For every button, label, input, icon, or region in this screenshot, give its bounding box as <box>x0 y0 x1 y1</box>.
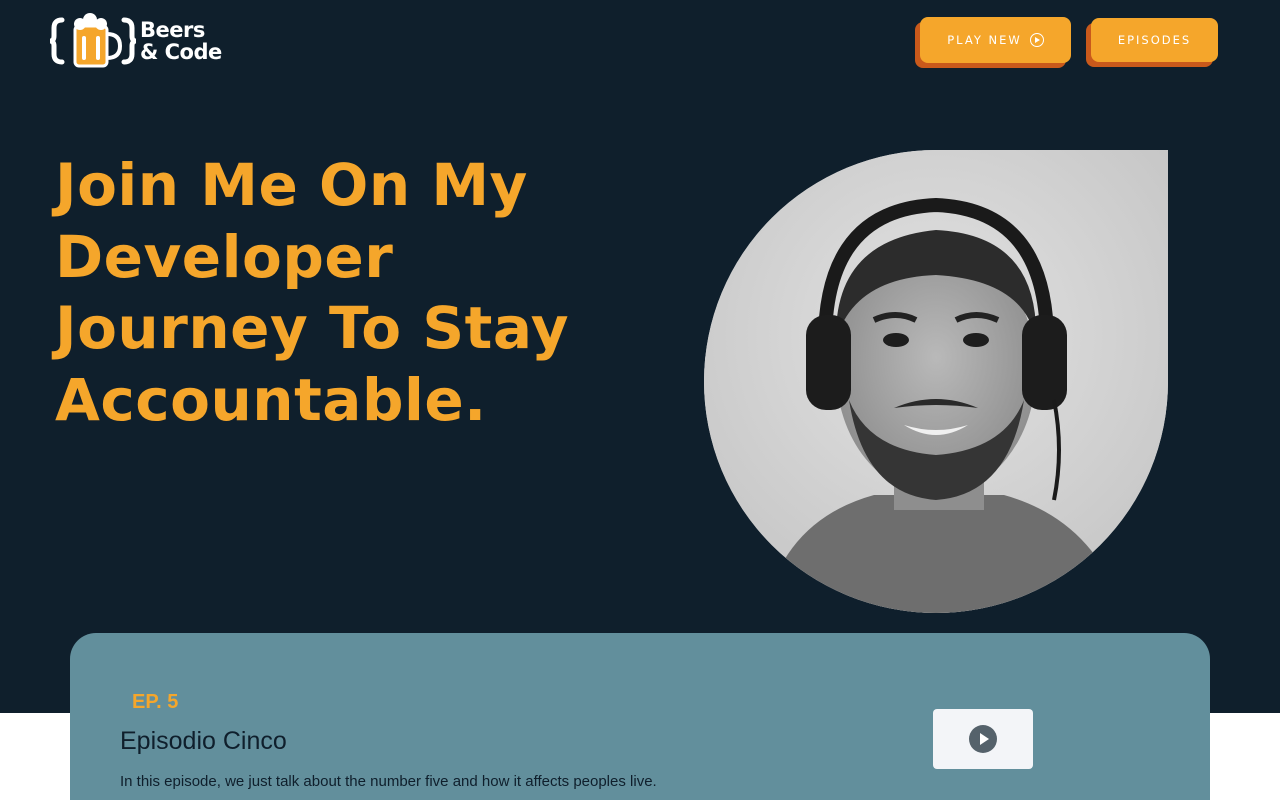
site-logo[interactable]: Beers & Code <box>49 12 240 70</box>
headline-line: Journey To Stay <box>55 294 570 362</box>
episodes-label: EPISODES <box>1117 33 1192 47</box>
logo-line-2: & Code <box>140 40 222 64</box>
audio-player[interactable] <box>933 709 1033 769</box>
headline-line: Developer <box>55 222 394 291</box>
portrait-illustration <box>704 150 1168 613</box>
hero-headline: Join Me On My Developer Journey To Stay … <box>55 150 655 436</box>
headline-line: Join Me On My <box>55 151 528 219</box>
headline-line: Accountable. <box>55 365 487 434</box>
play-circle-icon <box>1029 33 1044 47</box>
episode-title[interactable]: Episodio Cinco <box>120 727 287 756</box>
play-new-button[interactable]: PLAY NEW <box>920 17 1071 63</box>
logo-line-1: Beers <box>140 18 205 42</box>
logo-text: Beers & Code <box>140 19 222 63</box>
episode-card[interactable]: EP. 5 Episodio Cinco In this episode, we… <box>70 633 1210 800</box>
episode-number: EP. 5 <box>132 691 179 713</box>
episodes-button[interactable]: EPISODES <box>1091 18 1218 62</box>
play-new-label: PLAY NEW <box>947 33 1022 47</box>
play-icon[interactable] <box>969 725 997 753</box>
episode-description: In this episode, we just talk about the … <box>120 773 657 790</box>
host-portrait <box>704 150 1168 613</box>
beer-mug-braces-icon <box>49 12 138 70</box>
